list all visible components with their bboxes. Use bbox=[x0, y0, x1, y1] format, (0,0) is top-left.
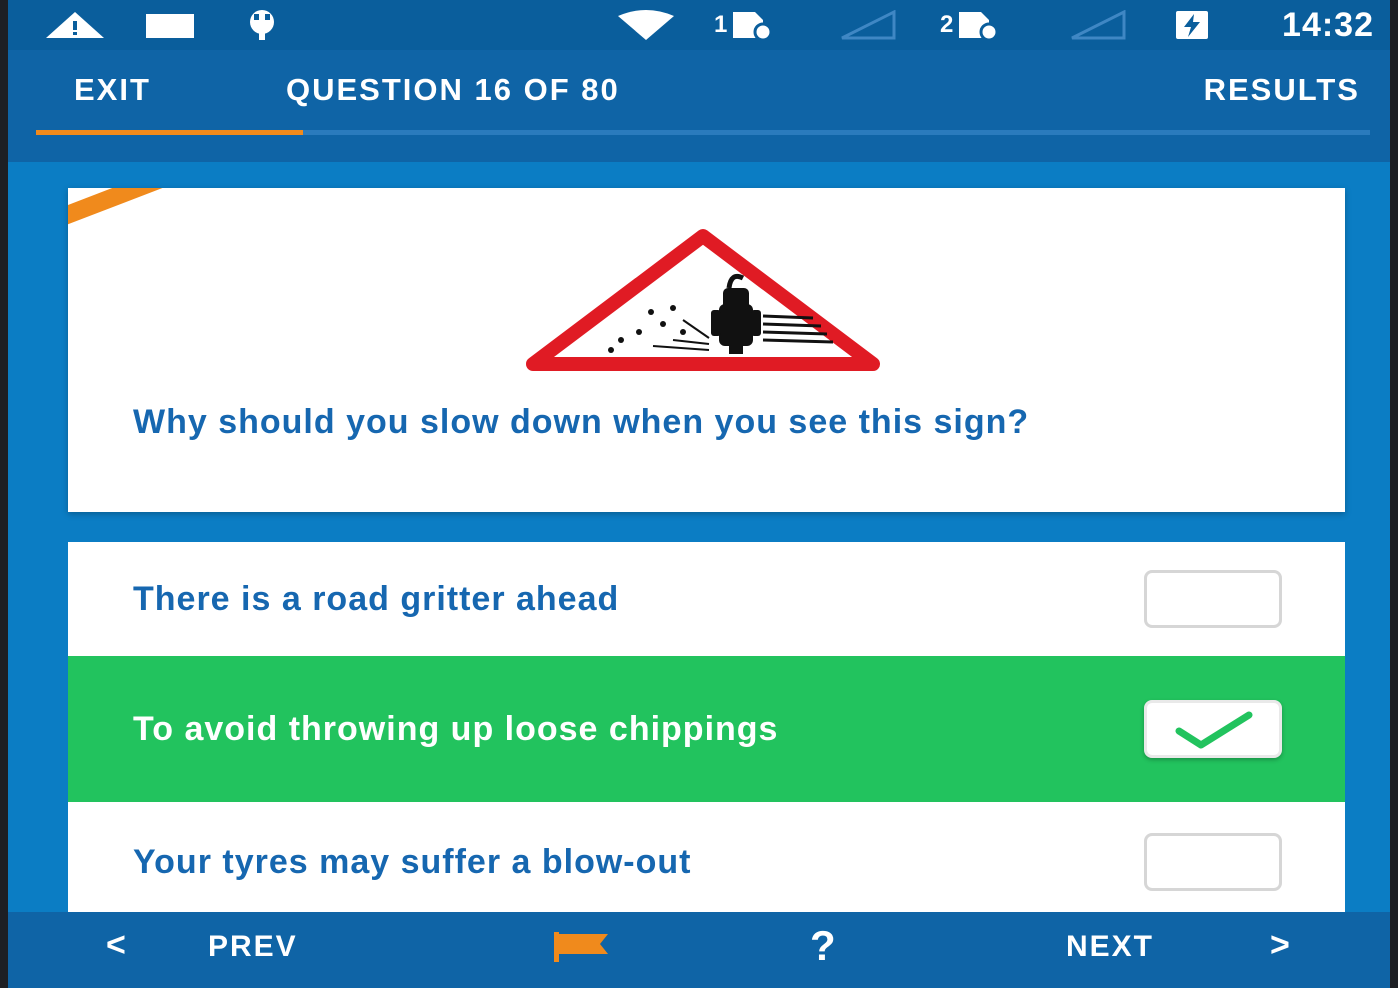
app-screen: 1 2 14:32 EXIT QUESTION 16 OF 80 RESULTS bbox=[8, 0, 1390, 988]
flag-icon[interactable] bbox=[548, 930, 612, 972]
exit-button[interactable]: EXIT bbox=[74, 72, 151, 108]
sim2-label: 2 bbox=[940, 11, 954, 38]
status-time: 14:32 bbox=[1282, 5, 1374, 44]
answer-option-1[interactable]: There is a road gritter ahead bbox=[68, 542, 1345, 656]
answer-text: Your tyres may suffer a blow-out bbox=[133, 843, 692, 881]
warning-icon bbox=[44, 8, 106, 42]
loose-chippings-sign-icon bbox=[526, 229, 880, 371]
status-bar: 1 2 14:32 bbox=[8, 0, 1390, 50]
answer-checkbox[interactable] bbox=[1144, 570, 1282, 628]
next-button[interactable]: NEXT bbox=[1066, 930, 1154, 964]
wifi-icon bbox=[616, 8, 676, 42]
question-text: Why should you slow down when you see th… bbox=[133, 403, 1030, 441]
answer-option-2[interactable]: To avoid throwing up loose chippings bbox=[68, 656, 1345, 802]
chevron-right-icon[interactable]: > bbox=[1270, 926, 1292, 965]
checkmark-icon bbox=[1175, 711, 1253, 749]
answer-text: There is a road gritter ahead bbox=[133, 580, 620, 618]
sim2-icon: 2 bbox=[940, 8, 1001, 42]
app-bar: EXIT QUESTION 16 OF 80 RESULTS bbox=[8, 50, 1390, 162]
answer-text: To avoid throwing up loose chippings bbox=[133, 710, 779, 748]
question-counter: QUESTION 16 OF 80 bbox=[286, 72, 620, 107]
sim1-label: 1 bbox=[714, 11, 728, 38]
answer-checkbox[interactable] bbox=[1144, 833, 1282, 891]
usb-icon bbox=[242, 8, 282, 42]
prev-button[interactable]: PREV bbox=[208, 930, 298, 964]
progress-fill bbox=[36, 130, 303, 135]
signal2-icon bbox=[1068, 8, 1128, 42]
answer-option-3[interactable]: Your tyres may suffer a blow-out bbox=[68, 802, 1345, 922]
progress-track bbox=[36, 130, 1370, 135]
battery-charging-icon bbox=[1172, 8, 1212, 42]
answer-checkbox[interactable] bbox=[1144, 700, 1282, 758]
bottom-nav-bar: < PREV ? NEXT > bbox=[8, 912, 1390, 988]
signal1-icon bbox=[838, 8, 898, 42]
question-card: Why should you slow down when you see th… bbox=[68, 188, 1345, 512]
sim1-icon: 1 bbox=[714, 8, 775, 42]
notification-icon bbox=[144, 8, 196, 42]
card-corner-ribbon bbox=[68, 188, 220, 245]
chevron-left-icon[interactable]: < bbox=[106, 926, 128, 965]
help-button[interactable]: ? bbox=[810, 922, 838, 970]
results-button[interactable]: RESULTS bbox=[1204, 72, 1360, 108]
